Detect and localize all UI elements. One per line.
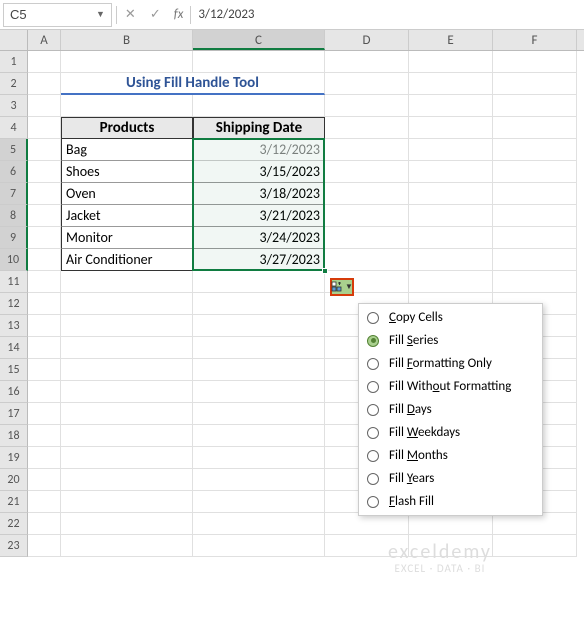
select-all-corner[interactable] — [0, 30, 28, 50]
sheet-title: Using Fill Handle Tool — [61, 73, 325, 95]
confirm-icon[interactable]: ✓ — [143, 4, 168, 25]
row-header[interactable]: 1 — [0, 51, 28, 73]
row-header[interactable]: 2 — [0, 73, 28, 95]
cancel-icon[interactable]: ✕ — [118, 4, 143, 25]
column-headers: A B C D E F — [0, 30, 584, 51]
table-row: 3/24/2023 — [193, 227, 325, 249]
table-row: 3/12/2023 — [193, 139, 325, 161]
menu-fill-days[interactable]: Fill Days — [359, 398, 542, 421]
row-header[interactable]: 11 — [0, 271, 28, 293]
chevron-down-icon: ▼ — [345, 282, 353, 292]
col-header-c[interactable]: C — [193, 30, 325, 50]
divider — [116, 6, 117, 24]
name-box[interactable]: ▼ — [3, 3, 112, 27]
row-header[interactable]: 7 — [0, 183, 28, 205]
autofill-options-menu: Copy Cells Fill Series Fill Formatting O… — [358, 303, 543, 516]
row-header[interactable]: 12 — [0, 293, 28, 315]
row-header[interactable]: 4 — [0, 117, 28, 139]
table-row: 3/27/2023 — [193, 249, 325, 271]
name-box-input[interactable] — [10, 7, 80, 22]
col-header-f[interactable]: F — [493, 30, 577, 50]
table-row: 3/21/2023 — [193, 205, 325, 227]
row-headers: 1 2 3 4 5 6 7 8 9 10 11 12 13 14 15 16 1… — [0, 51, 28, 557]
cells-area[interactable]: Using Fill Handle Tool ProductsShipping … — [28, 51, 577, 557]
fill-handle[interactable] — [322, 268, 328, 274]
table-row: Monitor — [61, 227, 193, 249]
row-header[interactable]: 3 — [0, 95, 28, 117]
menu-fill-formatting-only[interactable]: Fill Formatting Only — [359, 352, 542, 375]
table-row: Oven — [61, 183, 193, 205]
menu-fill-weekdays[interactable]: Fill Weekdays — [359, 421, 542, 444]
menu-fill-without-formatting[interactable]: Fill Without Formatting — [359, 375, 542, 398]
col-header-b[interactable]: B — [61, 30, 193, 50]
row-header[interactable]: 21 — [0, 491, 28, 513]
grid: 1 2 3 4 5 6 7 8 9 10 11 12 13 14 15 16 1… — [0, 51, 584, 557]
table-row: Bag — [61, 139, 193, 161]
row-header[interactable]: 23 — [0, 535, 28, 557]
table-row: 3/15/2023 — [193, 161, 325, 183]
header-shipping: Shipping Date — [193, 117, 325, 139]
fx-icon[interactable]: fx — [168, 7, 190, 22]
name-box-dropdown-icon[interactable]: ▼ — [96, 9, 105, 20]
row-header[interactable]: 22 — [0, 513, 28, 535]
row-header[interactable]: 10 — [0, 249, 28, 271]
col-header-d[interactable]: D — [325, 30, 409, 50]
row-header[interactable]: 15 — [0, 359, 28, 381]
formula-bar: ▼ ✕ ✓ fx 3/12/2023 — [0, 0, 584, 30]
menu-flash-fill[interactable]: Flash Fill — [359, 490, 542, 513]
row-header[interactable]: 17 — [0, 403, 28, 425]
table-row: Shoes — [61, 161, 193, 183]
row-header[interactable]: 5 — [0, 139, 28, 161]
row-header[interactable]: 19 — [0, 447, 28, 469]
menu-fill-series[interactable]: Fill Series — [359, 329, 542, 352]
menu-copy-cells[interactable]: Copy Cells — [359, 306, 542, 329]
row-header[interactable]: 8 — [0, 205, 28, 227]
row-header[interactable]: 9 — [0, 227, 28, 249]
col-header-e[interactable]: E — [409, 30, 493, 50]
formula-input[interactable]: 3/12/2023 — [192, 5, 584, 24]
table-row: Jacket — [61, 205, 193, 227]
table-row: 3/18/2023 — [193, 183, 325, 205]
header-products: Products — [61, 117, 193, 139]
row-header[interactable]: 16 — [0, 381, 28, 403]
row-header[interactable]: 20 — [0, 469, 28, 491]
row-header[interactable]: 6 — [0, 161, 28, 183]
menu-fill-years[interactable]: Fill Years — [359, 467, 542, 490]
divider — [190, 6, 191, 24]
row-header[interactable]: 14 — [0, 337, 28, 359]
col-header-a[interactable]: A — [28, 30, 61, 50]
autofill-options-button[interactable]: ▼ — [330, 278, 354, 296]
autofill-icon — [331, 281, 343, 293]
menu-fill-months[interactable]: Fill Months — [359, 444, 542, 467]
row-header[interactable]: 18 — [0, 425, 28, 447]
table-row: Air Conditioner — [61, 249, 193, 271]
row-header[interactable]: 13 — [0, 315, 28, 337]
